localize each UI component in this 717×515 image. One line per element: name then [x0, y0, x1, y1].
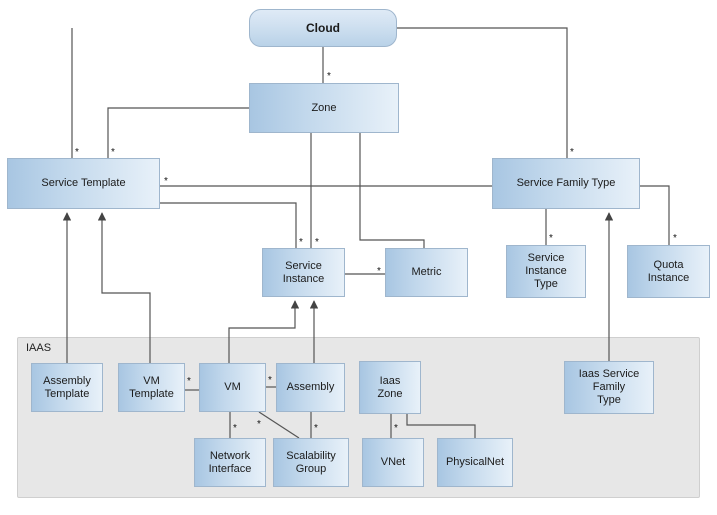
class-node-cloud[interactable]: Cloud [249, 9, 397, 47]
class-node-assembly_template[interactable]: Assembly Template [31, 363, 103, 412]
class-node-label: Network Interface [208, 449, 252, 475]
class-node-service_template[interactable]: Service Template [7, 158, 160, 209]
class-node-service_instance[interactable]: Service Instance [262, 248, 345, 297]
multiplicity-label-m-sft-qi: * [673, 233, 677, 244]
class-node-label: Zone [311, 101, 337, 114]
multiplicity-label-m-cloud-sft: * [570, 147, 574, 158]
class-node-label: VM Template [129, 374, 174, 400]
class-node-scalability_group[interactable]: Scalability Group [273, 438, 349, 487]
class-node-service_instance_type[interactable]: Service Instance Type [506, 245, 586, 298]
class-node-label: PhysicalNet [445, 456, 505, 468]
class-node-label: Assembly [286, 381, 335, 393]
class-node-iaas_service_family[interactable]: Iaas Service Family Type [564, 361, 654, 414]
multiplicity-label-m-vm-assembly: * [268, 375, 272, 386]
connector-vm-template-inherits [97, 212, 151, 363]
class-node-zone[interactable]: Zone [249, 83, 399, 133]
multiplicity-label-m-st-si: * [299, 237, 303, 248]
class-node-label: Quota Instance [647, 258, 690, 284]
multiplicity-label-m-vm-sg: * [257, 419, 261, 430]
class-node-label: Iaas Zone [377, 374, 403, 400]
class-node-iaas_zone[interactable]: Iaas Zone [359, 361, 421, 414]
multiplicity-label-m-sft-sit: * [549, 233, 553, 244]
class-node-physicalnet[interactable]: PhysicalNet [437, 438, 513, 487]
class-node-service_family_type[interactable]: Service Family Type [492, 158, 640, 209]
class-node-assembly[interactable]: Assembly [276, 363, 345, 412]
connector-sft-quota-instance [640, 185, 670, 245]
class-node-metric[interactable]: Metric [385, 248, 468, 297]
class-node-label: Service Family Type [516, 177, 616, 189]
connector-layer [62, 27, 670, 439]
multiplicity-label-m-vm-ni: * [233, 423, 237, 434]
class-node-label: Service Instance Type [525, 252, 567, 290]
class-node-label: Service Instance [282, 259, 325, 285]
multiplicity-label-m-zone-si: * [315, 237, 319, 248]
connector-iaas-zone-physicalnet [406, 414, 476, 438]
multiplicity-label-m-assembly-sg: * [314, 423, 318, 434]
connector-zone-metric [359, 133, 425, 248]
connector-vm-scalability-group [258, 411, 300, 439]
class-node-label: Scalability Group [286, 449, 336, 475]
connector-vm-inherits-service-instance [228, 300, 300, 363]
multiplicity-label-m-si-metric: * [377, 266, 381, 277]
class-node-label: Iaas Service Family Type [578, 368, 640, 406]
class-node-quota_instance[interactable]: Quota Instance [627, 245, 710, 298]
multiplicity-label-m-vmt-vm: * [187, 376, 191, 387]
class-node-label: Cloud [306, 20, 340, 35]
multiplicity-label-m-cloud-zone: * [327, 71, 331, 82]
class-node-vm[interactable]: VM [199, 363, 266, 412]
connector-service-template-instance [160, 202, 297, 248]
connector-zone-service-template [107, 107, 249, 158]
multiplicity-label-m-zone-st: * [111, 147, 115, 158]
diagram-canvas: IAAS Cloud Zone Service Template Service Fa… [0, 0, 717, 515]
class-node-label: VM [224, 381, 241, 393]
class-node-vm_template[interactable]: VM Template [118, 363, 185, 412]
class-node-vnet[interactable]: VNet [362, 438, 424, 487]
multiplicity-label-m-cloud-st: * [75, 147, 79, 158]
class-node-label: Service Template [41, 177, 126, 189]
class-node-label: Assembly Template [43, 374, 91, 400]
class-node-network_interface[interactable]: Network Interface [194, 438, 266, 487]
multiplicity-label-m-st-sft: * [164, 176, 168, 187]
class-node-label: Metric [411, 266, 442, 278]
class-node-label: VNet [380, 456, 406, 468]
connector-cloud-service-family-type [397, 27, 568, 158]
multiplicity-label-m-iz-vnet: * [394, 423, 398, 434]
